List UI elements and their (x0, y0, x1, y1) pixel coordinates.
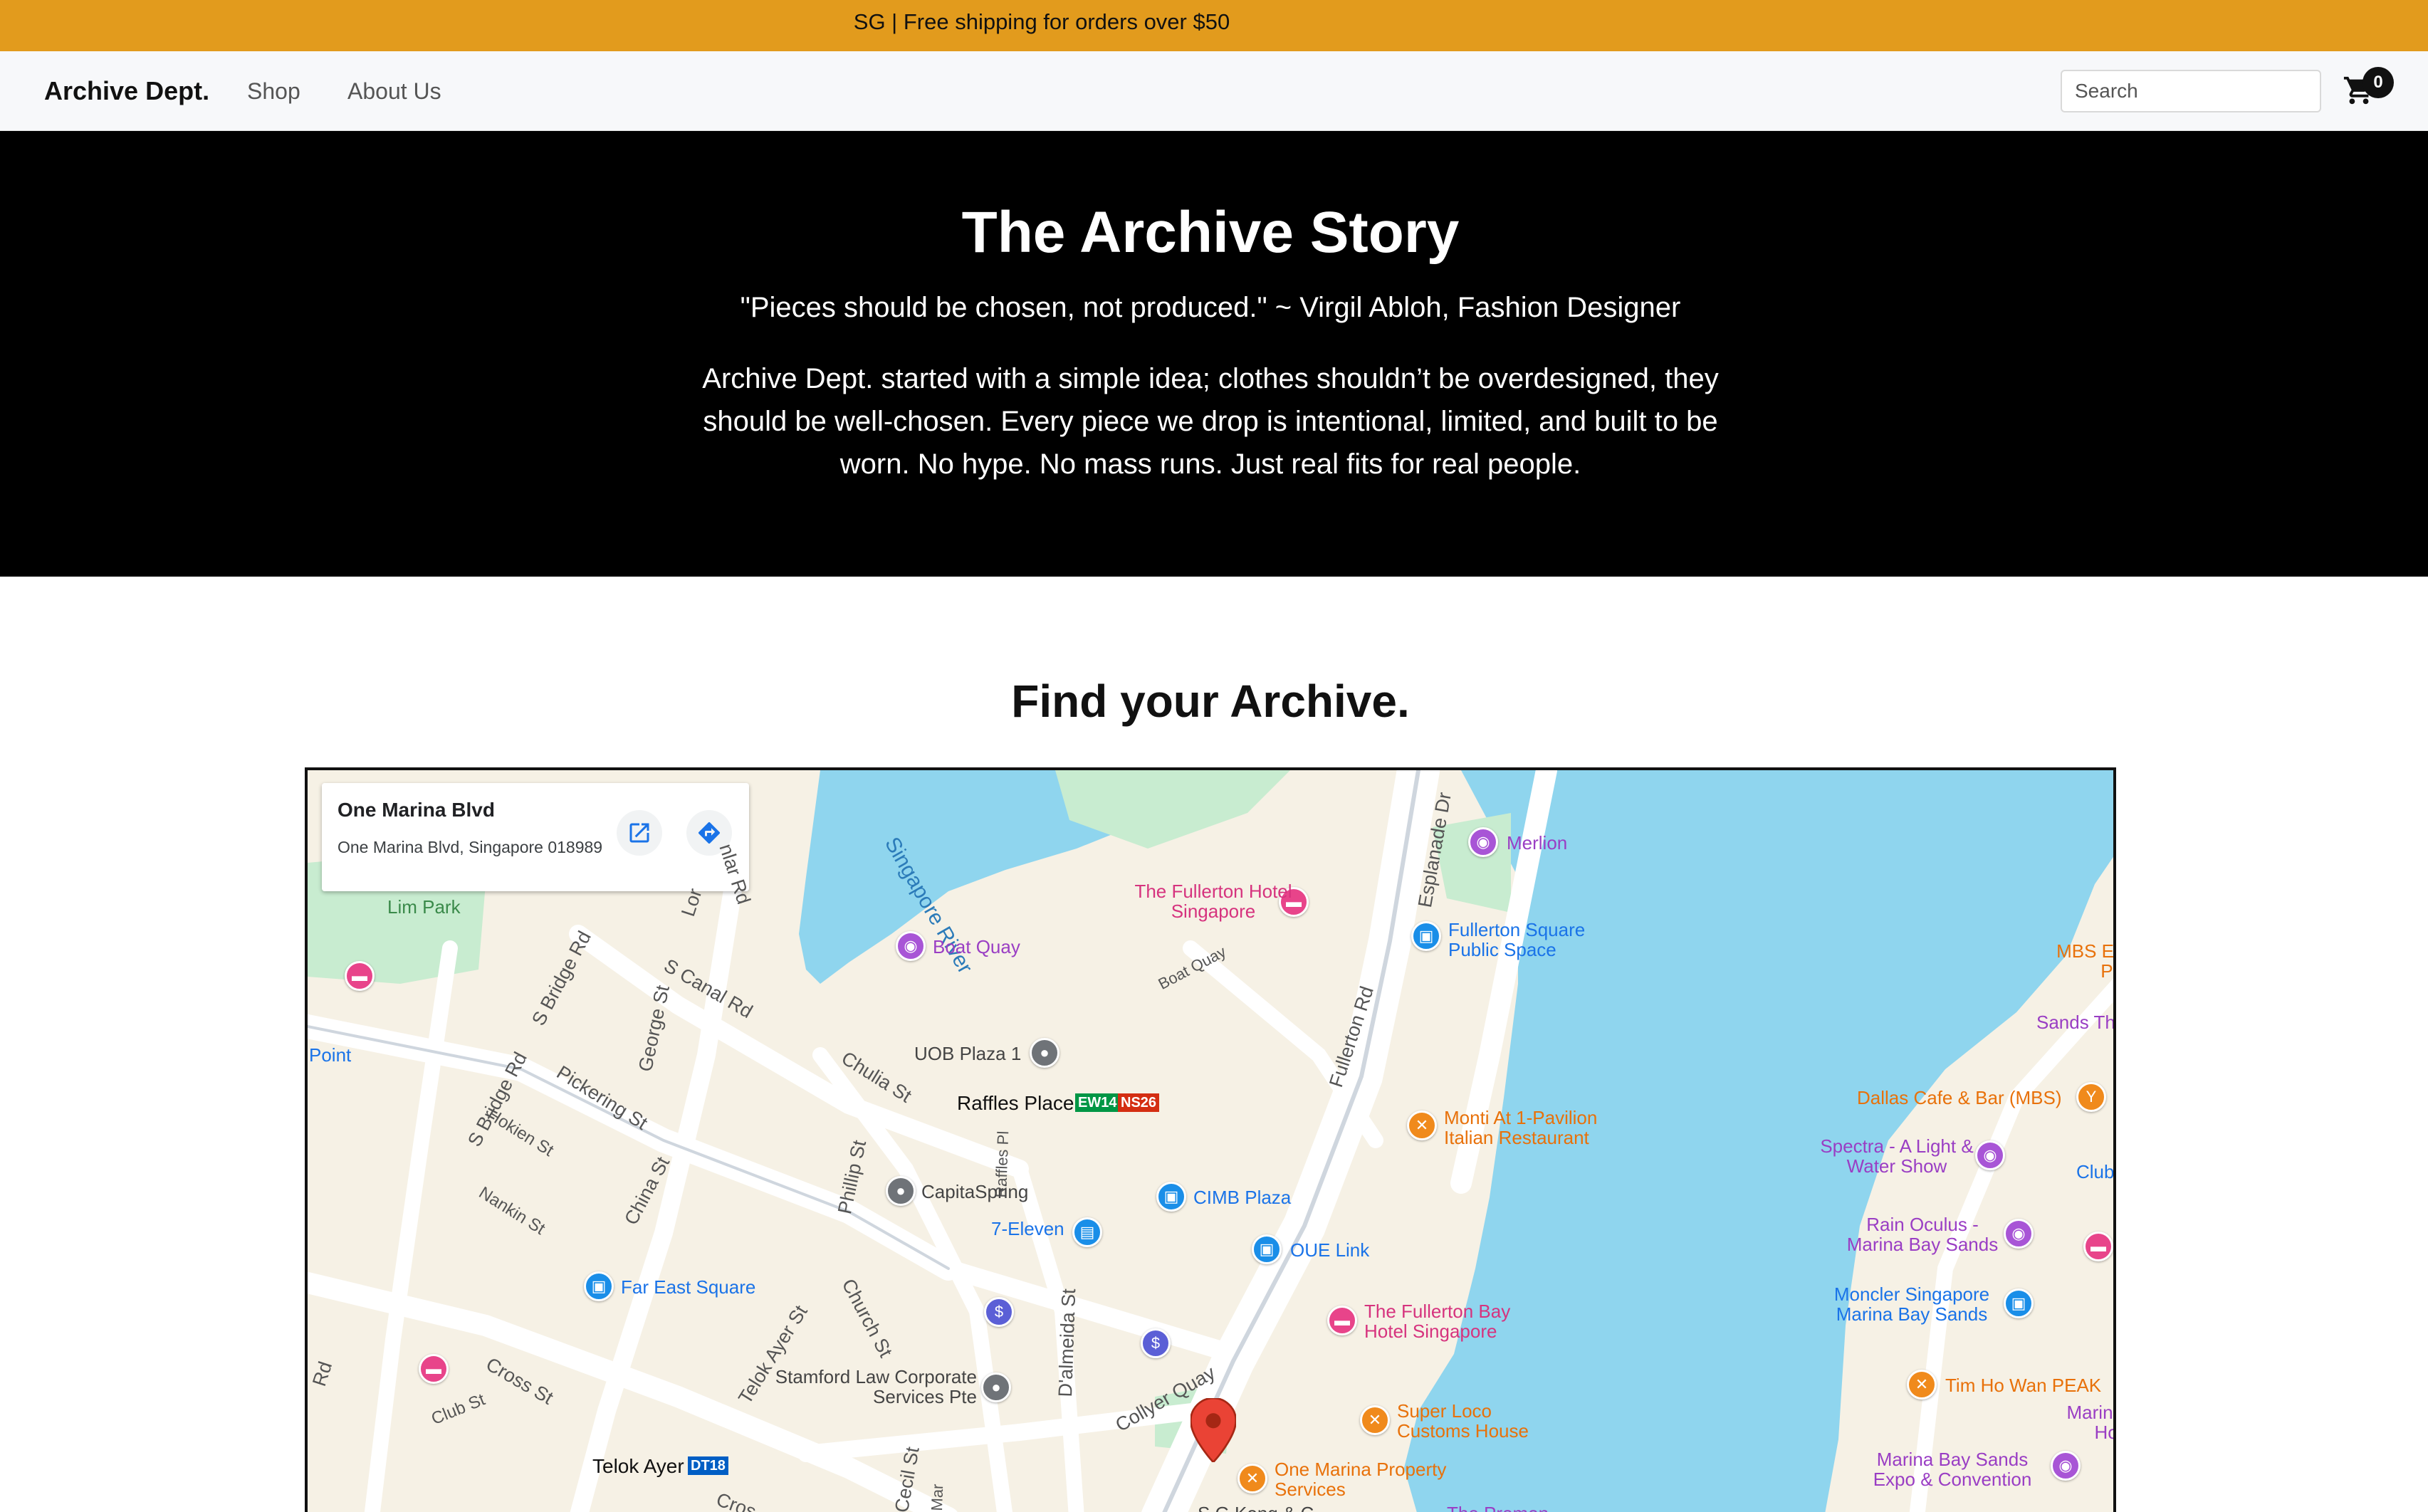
find-section-title: Find your Archive. (1011, 676, 1410, 727)
shopping-bag-icon[interactable]: ▣ (1156, 1182, 1186, 1212)
map-label: Dallas Cafe & Bar (MBS) (1857, 1087, 2062, 1108)
map-label: Monti At 1-Pavilion Italian Restaurant (1444, 1107, 1598, 1148)
map-label: 7-Eleven (991, 1218, 1064, 1239)
map-label: Fullerton Square Public Space (1448, 919, 1586, 960)
nav-link-shop[interactable]: Shop (247, 51, 300, 131)
cart-button[interactable]: 0 (2343, 67, 2394, 117)
convenience-store-icon[interactable]: ▤ (1072, 1217, 1102, 1247)
map-label: S G Kong & C (1198, 1503, 1314, 1512)
hotel-icon[interactable]: ▬ (419, 1354, 449, 1384)
hero-title: The Archive Story (961, 200, 1460, 265)
mrt-line-badge: EW14 (1075, 1093, 1120, 1112)
restaurant-icon[interactable]: ✕ (1407, 1111, 1437, 1140)
open-external-icon (629, 823, 649, 843)
camera-icon[interactable]: ◉ (2004, 1219, 2034, 1249)
shopping-bag-icon[interactable]: ▣ (584, 1271, 614, 1301)
camera-icon[interactable]: ◉ (1468, 827, 1498, 857)
bank-icon[interactable]: $ (1141, 1328, 1171, 1358)
announcement-text: SG | Free shipping for orders over $50 (853, 9, 1230, 34)
map-label: Moncler Singapore Marina Bay Sands (1833, 1283, 1990, 1325)
map-label: Stamford Law Corporate Services Pte (775, 1366, 977, 1407)
mrt-line-badge: NS26 (1118, 1093, 1160, 1112)
map-label: Boat Quay (933, 936, 1020, 957)
brand-logo[interactable]: Archive Dept. (44, 51, 209, 131)
restaurant-icon[interactable]: ✕ (1360, 1405, 1390, 1435)
hotel-icon[interactable]: ▬ (1327, 1306, 1357, 1335)
drink-icon[interactable]: Y (2076, 1082, 2106, 1112)
nav-link-about-us[interactable]: About Us (347, 51, 441, 131)
map-label: CIMB Plaza (1193, 1187, 1292, 1208)
shopping-bag-icon[interactable]: ▣ (1411, 921, 1441, 951)
hero-body: Archive Dept. started with a simple idea… (702, 363, 1719, 480)
map-label: Lim Park (387, 896, 461, 918)
navbar: Archive Dept. Shop About Us 0 (0, 51, 2428, 131)
map-label: UOB Plaza 1 (914, 1043, 1022, 1064)
map-label: Point (309, 1044, 352, 1066)
map-label: Marina Hot (2066, 1402, 2113, 1443)
map-embed[interactable]: One Marina Blvd One Marina Blvd, Singapo… (305, 767, 2116, 1512)
info-card-title: One Marina Blvd (337, 799, 495, 821)
map-label: Sands Th (2036, 1012, 2115, 1033)
map-label: OUE Link (1290, 1239, 1370, 1261)
hotel-icon[interactable]: ▬ (345, 961, 375, 991)
map-label: MBS Ev Pu (2056, 940, 2114, 982)
map-label: Club (2076, 1161, 2115, 1182)
camera-icon[interactable]: ◉ (896, 931, 926, 961)
hero-section: The Archive Story "Pieces should be chos… (0, 131, 2428, 577)
info-card-address: One Marina Blvd, Singapore 018989 (337, 838, 603, 856)
map-label: Spectra - A Light & Water Show (1820, 1135, 1974, 1177)
camera-icon[interactable]: ◉ (2051, 1451, 2081, 1481)
map-label: The Promon (1447, 1503, 1549, 1512)
map-label: Super Loco Customs House (1397, 1400, 1529, 1442)
building-icon[interactable]: ● (886, 1176, 916, 1206)
camera-icon[interactable]: ◉ (1975, 1140, 2005, 1170)
location-pin-icon[interactable] (1191, 1398, 1236, 1462)
shopping-bag-icon[interactable]: ▣ (2004, 1288, 2034, 1318)
map-label: CapitaSpring (921, 1181, 1029, 1202)
map-label: Telok Ayer (592, 1455, 684, 1477)
map-label: D'almeida St (1055, 1288, 1080, 1398)
map-label: Tim Ho Wan PEAK (1945, 1375, 2102, 1396)
map-label: The Fullerton Bay Hotel Singapore (1364, 1301, 1511, 1342)
hotel-icon[interactable]: ▬ (2083, 1232, 2113, 1261)
map-label: Raffles Place (957, 1092, 1074, 1114)
restaurant-icon[interactable]: ✕ (1907, 1370, 1937, 1400)
mrt-line-badge: DT18 (688, 1456, 728, 1475)
map-label: Marina Bay Sands Expo & Convention (1873, 1449, 2032, 1490)
map-label: Far East Square (621, 1276, 756, 1298)
map-label: Mar (927, 1484, 947, 1511)
building-icon[interactable]: ● (1030, 1038, 1059, 1068)
bank-icon[interactable]: $ (984, 1297, 1014, 1327)
cart-count-badge: 0 (2362, 67, 2394, 98)
open-in-maps-button[interactable] (617, 810, 662, 856)
restaurant-icon[interactable]: ✕ (1237, 1464, 1267, 1493)
building-icon[interactable]: ● (981, 1372, 1011, 1402)
map-info-card: One Marina Blvd One Marina Blvd, Singapo… (322, 783, 749, 891)
hero-quote: "Pieces should be chosen, not produced."… (740, 292, 1681, 323)
map-label: Rain Oculus - Marina Bay Sands (1846, 1214, 1999, 1255)
shopping-bag-icon[interactable]: ▣ (1252, 1234, 1282, 1264)
search-input[interactable] (2061, 70, 2321, 112)
directions-icon (698, 821, 721, 844)
map-label: One Marina Property Services (1275, 1459, 1447, 1500)
map-label: Merlion (1507, 832, 1568, 854)
map-label: The Fullerton Hotel Singapore (1134, 881, 1292, 922)
announcement-bar: SG | Free shipping for orders over $50 (0, 0, 2428, 51)
